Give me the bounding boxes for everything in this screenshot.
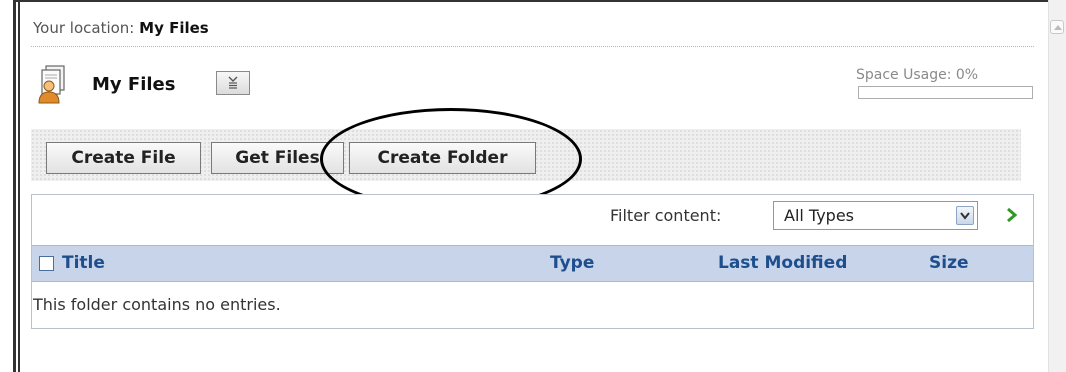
select-all-checkbox[interactable] — [39, 256, 54, 271]
dropdown-menu-icon — [226, 74, 240, 93]
page-title: My Files — [92, 73, 176, 95]
dotted-divider — [31, 46, 1034, 47]
vertical-scrollbar[interactable] — [1048, 0, 1066, 372]
page-frame: Your location: My Files My Files Space U… — [0, 0, 1066, 372]
content-type-selected: All Types — [784, 206, 855, 225]
window-left-border-inner — [18, 0, 20, 372]
column-header-type[interactable]: Type — [550, 253, 594, 273]
actions-menu-button[interactable] — [216, 71, 250, 95]
user-files-icon — [36, 64, 70, 104]
space-usage-bar — [858, 86, 1033, 99]
breadcrumb: Your location: My Files — [33, 19, 209, 37]
create-file-button[interactable]: Create File — [46, 142, 201, 174]
page-header: My Files — [36, 64, 175, 104]
window-top-border — [13, 0, 1048, 2]
filter-label: Filter content: — [610, 206, 722, 225]
space-usage-label: Space Usage: 0% — [856, 67, 979, 83]
chevron-down-icon[interactable] — [956, 206, 974, 225]
content-type-select[interactable]: All Types — [773, 201, 978, 230]
breadcrumb-current: My Files — [139, 19, 209, 37]
column-header-last-modified[interactable]: Last Modified — [718, 253, 847, 273]
window-left-border — [13, 0, 16, 372]
table-header — [32, 245, 1033, 282]
column-header-size[interactable]: Size — [929, 253, 969, 273]
go-arrow-icon[interactable] — [1005, 207, 1019, 223]
empty-folder-message: This folder contains no entries. — [33, 295, 281, 314]
column-header-title[interactable]: Title — [62, 253, 105, 273]
breadcrumb-prefix: Your location: — [33, 19, 135, 37]
scroll-up-arrow-icon[interactable] — [1050, 20, 1064, 34]
